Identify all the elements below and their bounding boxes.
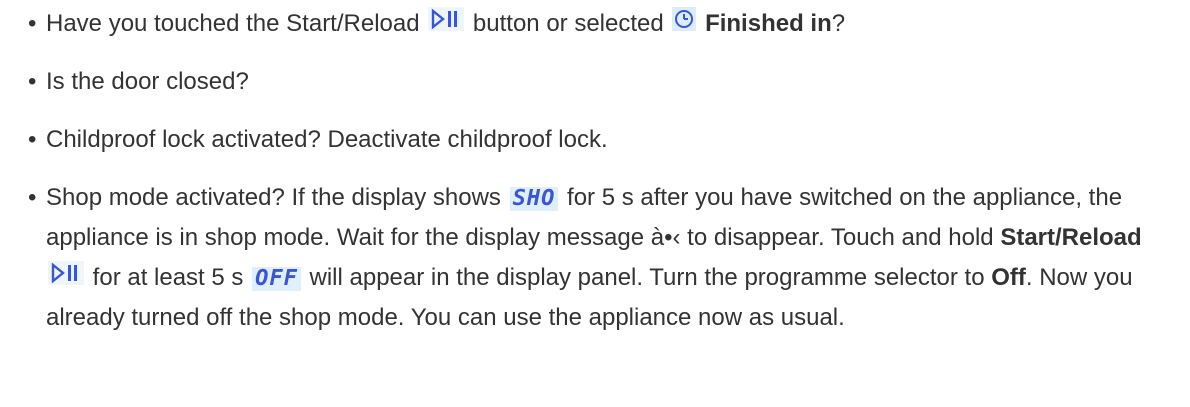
display-sho-indicator: SHO (509, 187, 559, 211)
troubleshooting-list: • Have you touched the Start/Reload butto… (0, 4, 1158, 338)
item-text: Is the door closed? (46, 68, 249, 95)
finished-in-label: Finished in (705, 10, 832, 37)
list-item: • Shop mode activated? If the display sho… (28, 178, 1158, 338)
off-label: Off (991, 264, 1026, 291)
bullet: • (28, 184, 37, 211)
bullet: • (28, 10, 37, 37)
item-text: Shop mode activated? If the display show… (46, 184, 501, 211)
bullet: • (28, 68, 37, 95)
clock-icon (672, 7, 697, 31)
start-reload-icon (48, 261, 84, 285)
item-text: ? (831, 10, 846, 37)
item-text: button or selected (472, 10, 664, 37)
item-text: Have you touched the Start/Reload (46, 10, 420, 37)
list-item: • Have you touched the Start/Reload butto… (28, 4, 1158, 44)
bullet: • (28, 126, 37, 153)
start-reload-icon (428, 7, 465, 31)
display-off-indicator: OFF (252, 267, 301, 291)
list-item: • Is the door closed? (28, 62, 1158, 102)
start-reload-label: Start/Reload (1000, 224, 1142, 251)
item-text: Childproof lock activated? Deactivate ch… (46, 126, 608, 153)
item-text: for at least 5 s (92, 264, 244, 291)
item-text: will appear in the display panel. Turn t… (309, 264, 985, 291)
list-item: • Childproof lock activated? Deactivate c… (28, 120, 1158, 160)
